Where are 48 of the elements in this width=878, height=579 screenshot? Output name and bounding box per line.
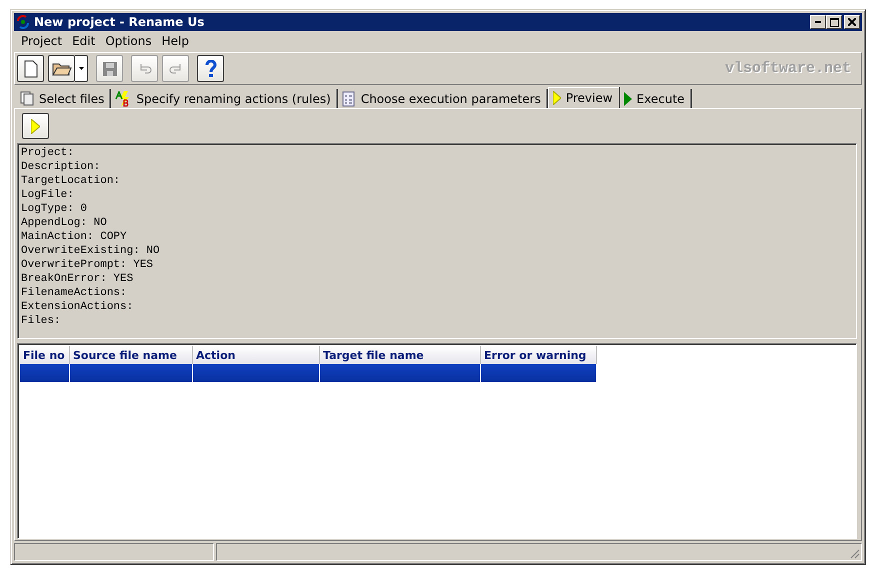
tab[interactable]: Execute — [620, 89, 692, 108]
log-line: AppendLog: NO — [21, 216, 108, 230]
maximize-icon — [830, 18, 838, 26]
letters-icon — [115, 90, 132, 106]
question-mark-icon — [204, 60, 216, 78]
log-line: MainAction: COPY — [21, 230, 128, 244]
window-title: New project - Rename Us — [34, 15, 206, 29]
play-icon — [552, 90, 561, 104]
column-header[interactable]: File no — [20, 346, 70, 364]
close-icon — [848, 18, 856, 26]
menu-item[interactable]: Options — [100, 34, 157, 48]
log-line: Description: — [21, 160, 102, 174]
folder-icon — [52, 62, 72, 76]
tab[interactable]: Preview — [548, 87, 620, 108]
column-header[interactable]: Error or warning — [481, 346, 597, 364]
log-line: LogType: 0 — [21, 202, 88, 216]
column-header[interactable]: Source file name — [70, 346, 193, 364]
play-icon — [31, 118, 40, 134]
checklist-icon — [342, 90, 356, 106]
minimize-button[interactable] — [810, 15, 826, 29]
close-button[interactable] — [844, 15, 860, 29]
log-line: OverwritePrompt: YES — [21, 258, 154, 272]
log-line: OverwriteExisting: NO — [21, 244, 161, 258]
menu-item[interactable]: Project — [16, 34, 68, 48]
log-line: Project: — [21, 146, 75, 160]
log-line: ExtensionActions: — [21, 300, 134, 314]
column-header[interactable]: Action — [193, 346, 320, 364]
new-button[interactable] — [17, 55, 44, 82]
open-button[interactable] — [48, 55, 75, 82]
dropdown-button[interactable] — [75, 55, 88, 82]
pages-icon — [20, 91, 34, 106]
help-button[interactable] — [197, 55, 224, 82]
log-line: Files: — [21, 314, 62, 328]
menu-item[interactable]: Edit — [67, 34, 100, 48]
log-line: LogFile: — [21, 188, 75, 202]
maximize-button[interactable] — [826, 15, 842, 29]
log-line: BreakOnError: YES — [21, 272, 134, 286]
caret-icon — [78, 67, 84, 70]
redo-icon — [168, 62, 184, 74]
log-line: FilenameActions: — [21, 286, 128, 300]
minimize-icon — [815, 21, 821, 23]
menu-item[interactable]: Help — [156, 34, 194, 48]
log-line: TargetLocation: — [21, 174, 122, 188]
column-header[interactable]: Target file name — [320, 346, 481, 364]
preview-button[interactable] — [22, 113, 49, 139]
app-icon — [16, 15, 30, 29]
play-icon — [624, 92, 632, 106]
new-file-icon — [24, 60, 38, 78]
